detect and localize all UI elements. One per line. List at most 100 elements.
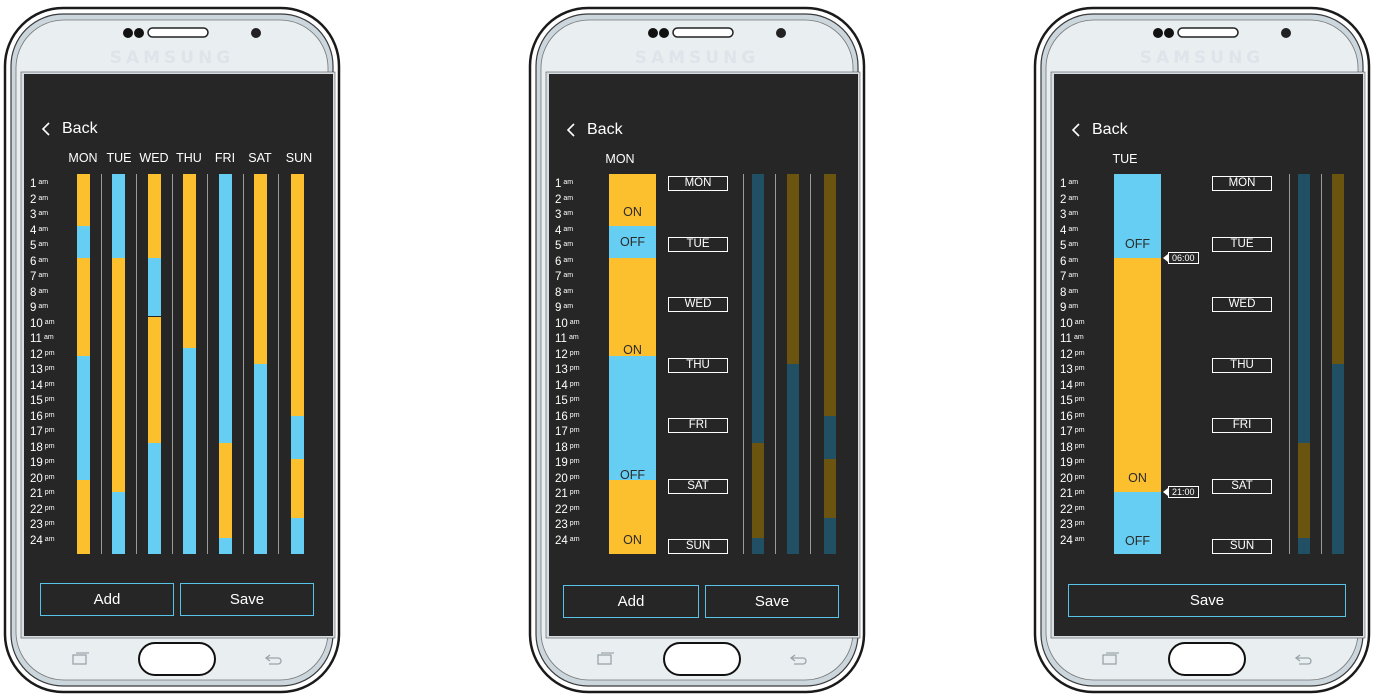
schedule-segment-on[interactable] [77,479,90,554]
back-button[interactable]: Back [565,121,623,139]
schedule-segment-on[interactable] [183,174,196,349]
day-label: SAT [248,151,272,165]
schedule-segment-on[interactable] [148,316,161,444]
day-selector-sun[interactable]: SUN [668,539,728,554]
recent-apps-icon[interactable] [596,652,616,666]
back-key-icon[interactable] [1293,652,1313,666]
hour-suffix: am [1068,210,1079,217]
schedule-segment-on[interactable] [291,174,304,417]
day-selector-fri[interactable]: FRI [1212,418,1272,433]
selected-day-bar[interactable] [609,174,656,554]
day-bar-fri[interactable] [219,174,232,554]
recent-apps-icon[interactable] [1101,652,1121,666]
mini-day-bar-sun[interactable] [824,174,836,554]
time-handle[interactable]: 06:00 [1163,251,1199,264]
schedule-segment-off[interactable] [219,174,232,444]
schedule-segment-off[interactable] [752,174,764,444]
schedule-segment-on[interactable] [148,174,161,258]
hour-suffix: am [38,210,49,217]
hour-suffix: am [1068,194,1079,202]
mini-day-bar-sat[interactable] [1332,174,1344,554]
schedule-segment-off[interactable] [1332,364,1344,554]
hour-suffix: am [1068,303,1079,310]
mini-day-bar-fri[interactable] [1298,174,1310,554]
schedule-segment-off[interactable] [77,356,90,480]
schedule-segment-off[interactable] [183,348,196,554]
day-selector-sat[interactable]: SAT [668,478,728,494]
back-button[interactable]: Back [40,120,98,138]
day-selector-wed[interactable]: WED [668,297,728,312]
hour-suffix: pm [1074,365,1085,372]
hour-label: 3 am [30,209,48,221]
schedule-segment-off[interactable] [1298,538,1310,554]
day-bar-sun[interactable] [291,174,304,554]
schedule-segment-on[interactable] [219,443,232,539]
selected-day-bar[interactable] [1114,174,1161,554]
hour-label: 24 am [555,535,580,547]
schedule-segment-off[interactable] [77,226,90,258]
schedule-segment-off[interactable] [148,443,161,554]
day-selector-sat[interactable]: SAT [1212,478,1272,494]
hour-label: 21 pm [1060,488,1085,500]
schedule-segment-off[interactable] [824,416,836,459]
day-selector-thu[interactable]: THU [668,357,728,373]
schedule-segment-on[interactable] [291,459,304,518]
schedule-segment-off[interactable] [148,257,161,317]
day-selector-tue[interactable]: TUE [668,236,728,252]
day-selector-mon[interactable]: MON [668,176,728,191]
hour-suffix: pm [1074,411,1085,419]
back-key-icon[interactable] [263,652,283,666]
schedule-segment-on[interactable] [1298,443,1310,539]
day-bar-mon[interactable] [77,174,90,554]
save-button[interactable]: Save [1068,584,1346,617]
schedule-segment-off[interactable] [112,492,125,554]
day-selector-wed[interactable]: WED [1212,297,1272,312]
schedule-segment-off[interactable] [254,364,267,554]
day-bar-sat[interactable] [254,174,267,554]
schedule-segment-off[interactable] [291,416,304,459]
time-handle[interactable]: 21:00 [1163,486,1199,499]
recent-apps-icon[interactable] [71,652,91,666]
hour-label: 18 pm [555,442,580,454]
schedule-segment-off[interactable] [219,538,232,554]
schedule-segment-off[interactable] [609,356,656,480]
schedule-segment-on[interactable] [1332,174,1344,364]
mini-day-bar-fri[interactable] [752,174,764,554]
schedule-segment-on[interactable] [254,174,267,364]
schedule-segment-on[interactable] [824,174,836,417]
schedule-segment-off[interactable] [752,538,764,554]
day-bar-wed[interactable] [148,174,161,554]
save-button[interactable]: Save [705,585,839,618]
schedule-segment-off[interactable] [824,517,836,554]
day-selector-thu[interactable]: THU [1212,357,1272,373]
schedule-segment-on[interactable] [824,459,836,518]
day-bar-tue[interactable] [112,174,125,554]
schedule-segment-off[interactable] [1298,174,1310,444]
schedule-segment-on[interactable] [112,257,125,493]
mini-day-bar-sat[interactable] [787,174,799,554]
day-bar-thu[interactable] [183,174,196,554]
day-selector-sun[interactable]: SUN [1212,539,1272,554]
hour-suffix: pm [569,473,580,481]
schedule-segment-off[interactable] [787,364,799,554]
schedule-segment-on[interactable] [1114,257,1161,493]
save-button[interactable]: Save [180,583,314,616]
schedule-segment-off[interactable] [291,517,304,554]
schedule-segment-on[interactable] [787,174,799,364]
back-button[interactable]: Back [1070,121,1128,139]
hour-suffix: pm [1074,396,1085,403]
back-key-icon[interactable] [788,652,808,666]
schedule-segment-on[interactable] [77,257,90,357]
schedule-segment-on[interactable] [752,443,764,539]
schedule-segment-on[interactable] [609,257,656,357]
schedule-segment-on[interactable] [77,174,90,227]
divider [1289,174,1290,554]
day-selector-mon[interactable]: MON [1212,176,1272,191]
day-selector-tue[interactable]: TUE [1212,236,1272,252]
selected-day-title: MON [605,152,635,166]
add-button[interactable]: Add [40,583,174,616]
schedule-segment-off[interactable] [112,174,125,258]
day-selector-fri[interactable]: FRI [668,418,728,433]
add-button[interactable]: Add [563,585,699,618]
phone-weekly-overview: SAMSUNG Back MON TUE WED THU FRI SAT SUN… [3,6,341,694]
